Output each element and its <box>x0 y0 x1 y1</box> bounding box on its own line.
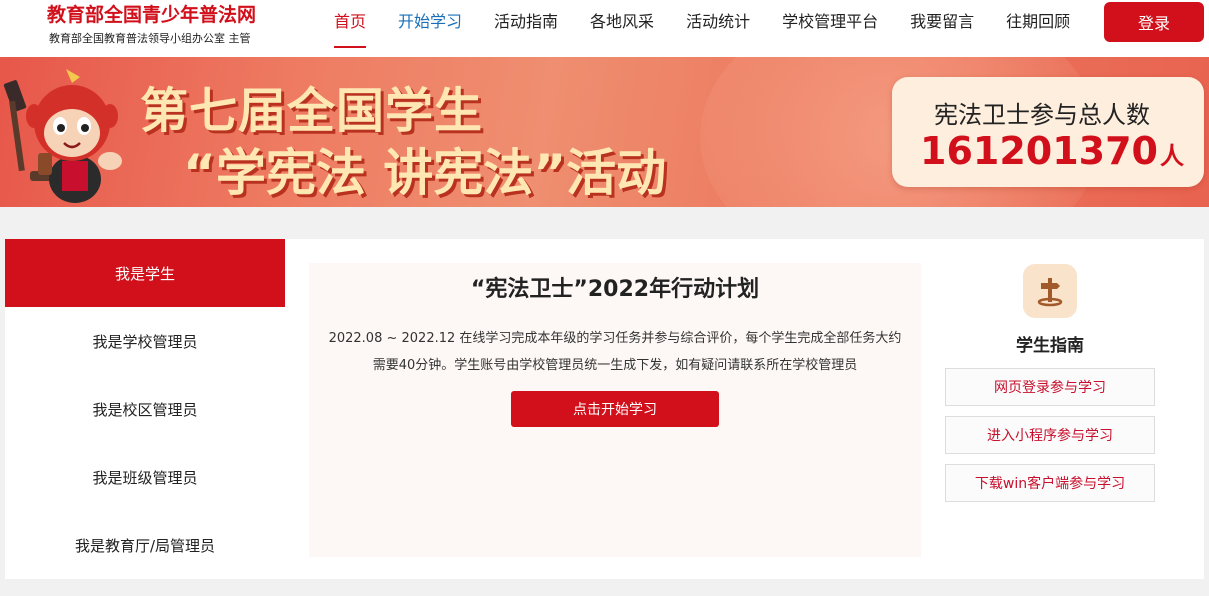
hero-banner: 第七届全国学生 “学宪法 讲宪法”活动 宪法卫士参与总人数 161201370人 <box>0 57 1209 207</box>
role-sidebar: 我是学生 我是学校管理员 我是校区管理员 我是班级管理员 我是教育厅/局管理员 <box>5 239 285 579</box>
nav-leave-message[interactable]: 我要留言 <box>894 0 990 48</box>
nav-regional-showcase[interactable]: 各地风采 <box>574 0 670 48</box>
start-learning-button[interactable]: 点击开始学习 <box>511 391 719 427</box>
role-school-admin[interactable]: 我是学校管理员 <box>5 307 285 375</box>
student-guide-panel: 学生指南 网页登录参与学习 进入小程序参与学习 下载win客户端参与学习 <box>945 239 1155 579</box>
login-button[interactable]: 登录 <box>1104 2 1204 42</box>
action-plan-desc-line-1: 2022.08 ~ 2022.12 在线学习完成本年级的学习任务并参与综合评价，… <box>328 331 902 346</box>
banner-headline-2: “学宪法 讲宪法”活动 <box>183 144 667 202</box>
site-subtitle: 教育部全国教育普法领导小组办公室 主管 <box>49 32 251 45</box>
nav-school-platform[interactable]: 学校管理平台 <box>766 0 894 48</box>
participant-count-label: 宪法卫士参与总人数 <box>934 101 1150 129</box>
site-title: 教育部全国青少年普法网 <box>47 4 257 26</box>
download-win-client-button[interactable]: 下载win客户端参与学习 <box>945 464 1155 502</box>
nav-past-review[interactable]: 往期回顾 <box>990 0 1086 48</box>
nav-home[interactable]: 首页 <box>318 0 382 48</box>
participant-count-number: 161201370 <box>920 129 1158 173</box>
participant-count-unit: 人 <box>1159 142 1184 170</box>
top-header: 教育部全国青少年普法网 教育部全国教育普法领导小组办公室 主管 首页 开始学习 … <box>0 0 1209 57</box>
participant-count-card: 宪法卫士参与总人数 161201370人 <box>892 77 1204 187</box>
role-campus-admin[interactable]: 我是校区管理员 <box>5 375 285 443</box>
action-plan-title: “宪法卫士”2022年行动计划 <box>470 277 760 302</box>
role-education-bureau-admin[interactable]: 我是教育厅/局管理员 <box>5 511 285 579</box>
action-plan-description: 2022.08 ~ 2022.12 在线学习完成本年级的学习任务并参与综合评价，… <box>309 325 921 379</box>
site-brand[interactable]: 教育部全国青少年普法网 教育部全国教育普法领导小组办公室 主管 <box>47 3 256 46</box>
signpost-icon <box>1023 264 1077 318</box>
main-panel: 我是学生 我是学校管理员 我是校区管理员 我是班级管理员 我是教育厅/局管理员 … <box>5 239 1204 579</box>
nav-start-learning[interactable]: 开始学习 <box>382 0 478 48</box>
mini-program-learning-button[interactable]: 进入小程序参与学习 <box>945 416 1155 454</box>
action-plan-panel: “宪法卫士”2022年行动计划 2022.08 ~ 2022.12 在线学习完成… <box>309 263 921 557</box>
main-nav: 首页 开始学习 活动指南 各地风采 活动统计 学校管理平台 我要留言 往期回顾 <box>318 0 1086 48</box>
mascot-illustration <box>3 69 122 203</box>
role-student[interactable]: 我是学生 <box>5 239 285 307</box>
web-login-learning-button[interactable]: 网页登录参与学习 <box>945 368 1155 406</box>
participant-count-value: 161201370人 <box>920 129 1184 173</box>
student-guide-title: 学生指南 <box>1016 336 1084 356</box>
action-plan-desc-line-2: 需要40分钟。学生账号由学校管理员统一生成下发，如有疑问请联系所在学校管理员 <box>372 358 858 373</box>
role-class-admin[interactable]: 我是班级管理员 <box>5 443 285 511</box>
nav-activity-guide[interactable]: 活动指南 <box>478 0 574 48</box>
nav-activity-stats[interactable]: 活动统计 <box>670 0 766 48</box>
banner-headline-1: 第七届全国学生 <box>140 83 484 139</box>
